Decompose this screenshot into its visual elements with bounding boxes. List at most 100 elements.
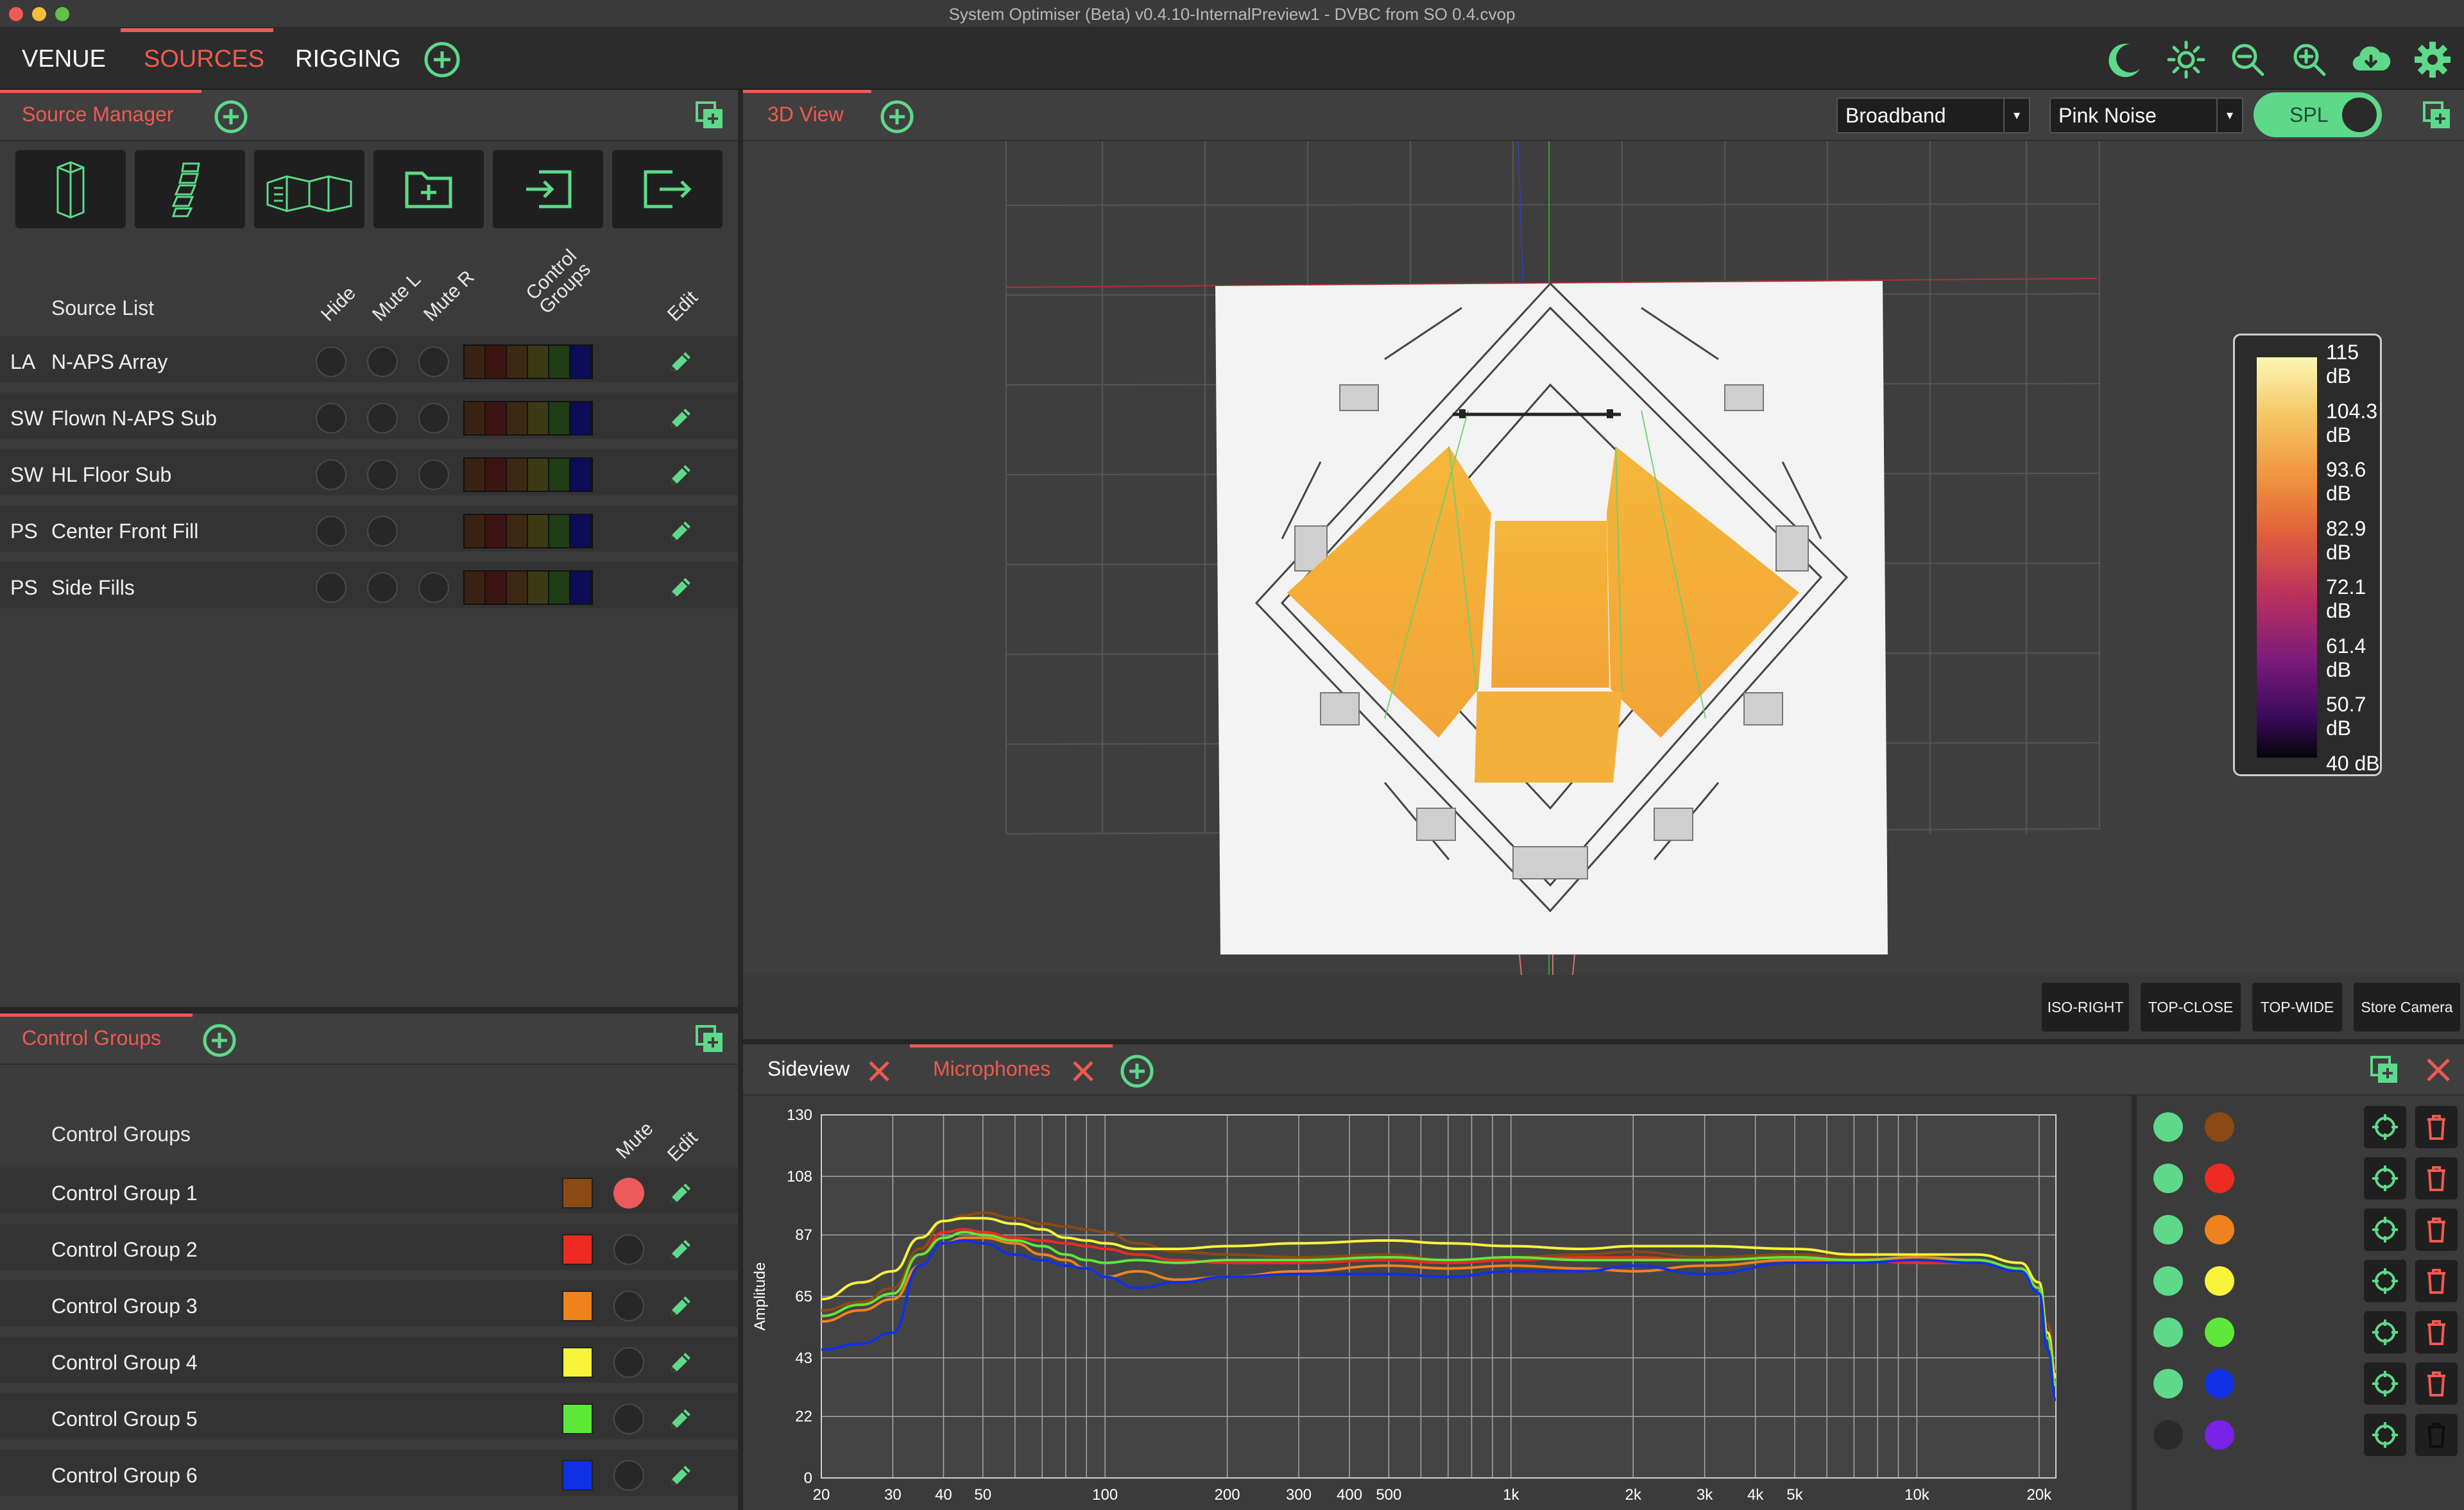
control-group-cell[interactable]	[486, 515, 507, 547]
tab-source-manager[interactable]: Source Manager	[22, 90, 174, 139]
mic-enable-toggle[interactable]	[2153, 1318, 2183, 1347]
edit-pencil-icon[interactable]	[666, 1404, 696, 1437]
close-tab-icon[interactable]	[866, 1058, 892, 1087]
mute-r-toggle[interactable]	[418, 459, 449, 490]
control-group-cell[interactable]	[528, 459, 549, 491]
add-line-array-button[interactable]	[135, 150, 245, 228]
mute-toggle[interactable]	[613, 1460, 644, 1491]
mute-toggle[interactable]	[613, 1347, 644, 1378]
control-group-cell[interactable]	[465, 346, 486, 378]
spl-toggle[interactable]: SPL	[2254, 92, 2382, 137]
moon-icon[interactable]	[2105, 40, 2144, 80]
control-group-cell[interactable]	[549, 572, 570, 604]
control-group-color-swatch[interactable]	[562, 1291, 593, 1321]
add-tab-icon[interactable]	[201, 1022, 237, 1062]
control-group-cell[interactable]	[507, 572, 528, 604]
control-group-row[interactable]: Control Group 1	[0, 1167, 738, 1219]
import-button[interactable]	[493, 150, 603, 228]
mic-color-swatch[interactable]	[2205, 1215, 2234, 1244]
control-group-cell[interactable]	[465, 515, 486, 547]
tab-microphones[interactable]: Microphones	[933, 1044, 1050, 1093]
tab-3d-view[interactable]: 3D View	[767, 90, 844, 139]
control-group-cell[interactable]	[465, 572, 486, 604]
control-group-cell[interactable]	[528, 402, 549, 434]
zoom-out-icon[interactable]	[2228, 40, 2268, 80]
source-row[interactable]: PS Side Fills	[0, 562, 738, 613]
control-group-cell[interactable]	[549, 402, 570, 434]
hide-toggle[interactable]	[316, 572, 346, 603]
mic-enable-toggle[interactable]	[2153, 1215, 2183, 1244]
control-group-cell[interactable]	[507, 515, 528, 547]
control-group-color-swatch[interactable]	[562, 1347, 593, 1378]
band-select[interactable]: Broadband ▾	[1836, 98, 2030, 133]
mic-enable-toggle[interactable]	[2153, 1420, 2183, 1450]
mute-l-toggle[interactable]	[367, 346, 398, 377]
delete-mic-trash-icon[interactable]	[2415, 1106, 2458, 1148]
control-group-cell[interactable]	[528, 572, 549, 604]
mic-enable-toggle[interactable]	[2153, 1369, 2183, 1398]
camera-top-wide-button[interactable]: TOP-WIDE	[2252, 983, 2342, 1031]
sun-icon[interactable]	[2166, 40, 2206, 80]
delete-mic-trash-icon[interactable]	[2415, 1414, 2458, 1456]
camera-iso-right-button[interactable]: ISO-RIGHT	[2042, 983, 2129, 1031]
control-group-cell[interactable]	[528, 515, 549, 547]
delete-mic-trash-icon[interactable]	[2415, 1311, 2458, 1353]
control-group-cell[interactable]	[486, 402, 507, 434]
mic-enable-toggle[interactable]	[2153, 1112, 2183, 1142]
control-group-cell[interactable]	[507, 459, 528, 491]
mute-l-toggle[interactable]	[367, 459, 398, 490]
add-cabinet-button[interactable]	[15, 150, 126, 228]
control-group-cell[interactable]	[570, 402, 592, 434]
hide-toggle[interactable]	[316, 516, 346, 547]
mic-color-swatch[interactable]	[2205, 1318, 2234, 1347]
edit-pencil-icon[interactable]	[666, 1291, 696, 1324]
undock-icon[interactable]	[694, 1024, 725, 1058]
panel-divider[interactable]	[0, 1007, 738, 1014]
mute-r-toggle[interactable]	[418, 346, 449, 377]
locate-mic-button[interactable]	[2364, 1157, 2406, 1200]
control-group-row[interactable]: Control Group 3	[0, 1280, 738, 1332]
mute-l-toggle[interactable]	[367, 516, 398, 547]
edit-pencil-icon[interactable]	[666, 516, 696, 549]
control-group-cell[interactable]	[570, 572, 592, 604]
mic-enable-toggle[interactable]	[2153, 1266, 2183, 1296]
mute-toggle[interactable]	[613, 1404, 644, 1434]
edit-pencil-icon[interactable]	[666, 573, 696, 606]
mic-color-swatch[interactable]	[2205, 1164, 2234, 1193]
control-group-cell[interactable]	[570, 346, 592, 378]
tab-sideview[interactable]: Sideview	[767, 1044, 850, 1093]
control-group-color-swatch[interactable]	[562, 1404, 593, 1434]
source-row[interactable]: PS Center Front Fill	[0, 505, 738, 557]
mic-enable-toggle[interactable]	[2153, 1164, 2183, 1193]
mute-r-toggle[interactable]	[418, 572, 449, 603]
control-group-strip[interactable]	[463, 514, 593, 548]
control-group-cell[interactable]	[486, 459, 507, 491]
edit-pencil-icon[interactable]	[666, 460, 696, 493]
locate-mic-button[interactable]	[2364, 1106, 2406, 1148]
mic-color-swatch[interactable]	[2205, 1266, 2234, 1296]
edit-pencil-icon[interactable]	[666, 1178, 696, 1211]
cloud-download-icon[interactable]	[2351, 40, 2391, 80]
control-group-strip[interactable]	[463, 570, 593, 605]
control-group-cell[interactable]	[549, 346, 570, 378]
delete-mic-trash-icon[interactable]	[2415, 1362, 2458, 1405]
control-group-cell[interactable]	[549, 515, 570, 547]
camera-top-close-button[interactable]: TOP-CLOSE	[2141, 983, 2241, 1031]
mic-color-swatch[interactable]	[2205, 1112, 2234, 1142]
edit-pencil-icon[interactable]	[666, 347, 696, 380]
control-group-color-swatch[interactable]	[562, 1178, 593, 1209]
add-tab-icon[interactable]	[213, 99, 249, 138]
hide-toggle[interactable]	[316, 346, 346, 377]
locate-mic-button[interactable]	[2364, 1260, 2406, 1302]
control-group-cell[interactable]	[570, 459, 592, 491]
add-tab-icon[interactable]	[1119, 1053, 1155, 1092]
add-tab-icon[interactable]	[879, 99, 915, 138]
control-group-cell[interactable]	[486, 572, 507, 604]
control-group-row[interactable]: Control Group 4	[0, 1337, 738, 1388]
control-group-color-swatch[interactable]	[562, 1460, 593, 1491]
undock-icon[interactable]	[694, 100, 725, 134]
control-group-row[interactable]: Control Group 5	[0, 1393, 738, 1445]
menu-sources[interactable]: SOURCES	[144, 28, 264, 90]
control-group-cell[interactable]	[528, 346, 549, 378]
edit-pencil-icon[interactable]	[666, 403, 696, 436]
